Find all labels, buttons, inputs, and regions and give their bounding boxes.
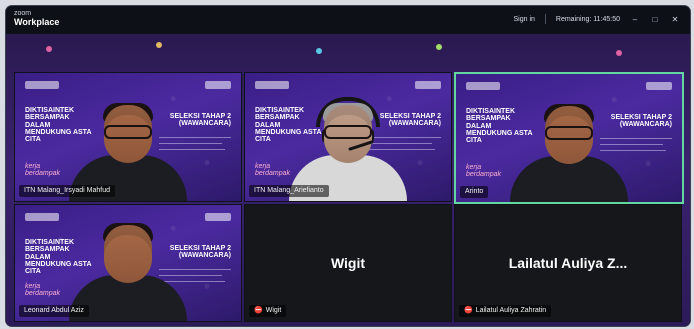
video-tile[interactable]: DIKTISAINTEK BERSAMPAK DALAM MENDUKUNG A… [14,204,242,322]
meeting-timer: Remaining: 11:45:50 [555,15,620,23]
title-separator [544,14,546,24]
video-tile-no-video[interactable]: Lailatul Auliya Z... ⛔ Lailatul Auliya Za… [454,204,682,322]
video-tile-active-speaker[interactable]: DIKTISAINTEK BERSAMPAK DALAM MENDUKUNG A… [454,72,684,204]
partner-logo [646,82,672,90]
participant-big-name: Lailatul Auliya Z... [508,255,628,271]
participant-name: Arinto [460,186,489,198]
partner-logo [415,81,441,89]
participant-name: ⛔ Lailatul Auliya Zahratin [459,305,552,317]
name-text: Wigit [265,307,282,314]
confetti-dot [316,48,322,54]
institution-logo [255,81,289,89]
slide-tagline: kerja berdampak [466,164,502,179]
minimize-button[interactable]: – [630,15,640,24]
partner-logo [205,81,231,89]
name-text: Arinto [465,188,484,195]
video-tile[interactable]: DIKTISAINTEK BERSAMPAK DALAM MENDUKUNG A… [244,72,452,202]
participant-video [509,92,629,202]
sign-in-link[interactable]: Sign in [514,16,535,23]
confetti-dot [616,50,622,56]
title-bar: zoom Workplace Sign in Remaining: 11:45:… [6,6,690,34]
slide-tagline: kerja berdampak [25,163,61,178]
title-bar-right: Sign in Remaining: 11:45:50 – □ ✕ [514,14,681,24]
brand-big: Workplace [14,17,60,27]
institution-logo [25,81,59,89]
video-tile[interactable]: DIKTISAINTEK BERSAMPAK DALAM MENDUKUNG A… [14,72,242,202]
mic-muted-icon: ⛔ [464,307,473,314]
maximize-button[interactable]: □ [650,15,660,24]
zoom-brand: zoom Workplace [14,10,59,27]
name-text: ITN Malang_Ariefianto [254,187,324,194]
video-tile-no-video[interactable]: Wigit ⛔ Wigit [244,204,452,322]
video-gallery: DIKTISAINTEK BERSAMPAK DALAM MENDUKUNG A… [6,34,690,326]
name-text: Lailatul Auliya Zahratin [475,307,547,314]
name-text: Leonard Abdul Aziz [24,307,84,314]
zoom-window: zoom Workplace Sign in Remaining: 11:45:… [6,6,690,326]
name-text: ITN Malang_Irsyadi Mahfud [24,187,110,194]
participant-big-name: Wigit [330,255,366,271]
brand-small: zoom [14,10,32,17]
confetti-dot [156,42,162,48]
mic-muted-icon: ⛔ [254,307,263,314]
participant-face [104,225,152,283]
partner-logo [205,213,231,221]
participant-glasses [324,125,372,139]
slide-tagline: kerja berdampak [25,283,61,298]
institution-logo [466,82,500,90]
participant-glasses [545,126,593,140]
confetti-dot [46,46,52,52]
close-button[interactable]: ✕ [670,15,680,24]
confetti-dot [436,44,442,50]
participant-name: ITN Malang_Ariefianto [249,185,329,197]
participant-glasses [104,125,152,139]
participant-name: ⛔ Wigit [249,305,287,317]
institution-logo [25,213,59,221]
participant-name: ITN Malang_Irsyadi Mahfud [19,185,115,197]
participant-name: Leonard Abdul Aziz [19,305,89,317]
